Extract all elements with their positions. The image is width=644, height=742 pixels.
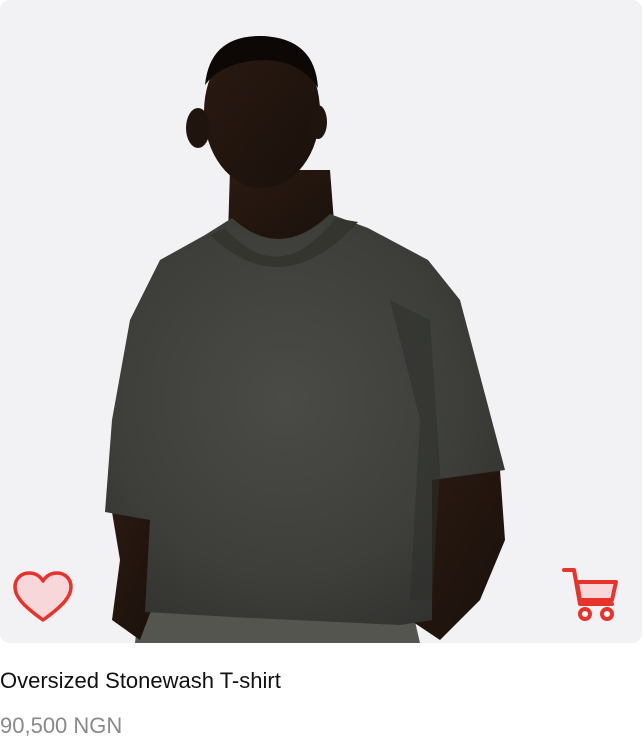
wishlist-button[interactable] (12, 570, 74, 626)
product-image[interactable] (0, 0, 642, 643)
product-card[interactable]: Oversized Stonewash T-shirt 90,500 NGN (0, 0, 644, 742)
cart-icon (562, 568, 618, 621)
product-photo (0, 0, 642, 643)
heart-icon (13, 571, 73, 622)
add-to-cart-button[interactable] (560, 564, 622, 626)
product-price: 90,500 NGN (0, 713, 123, 738)
product-title[interactable]: Oversized Stonewash T-shirt (0, 668, 281, 694)
